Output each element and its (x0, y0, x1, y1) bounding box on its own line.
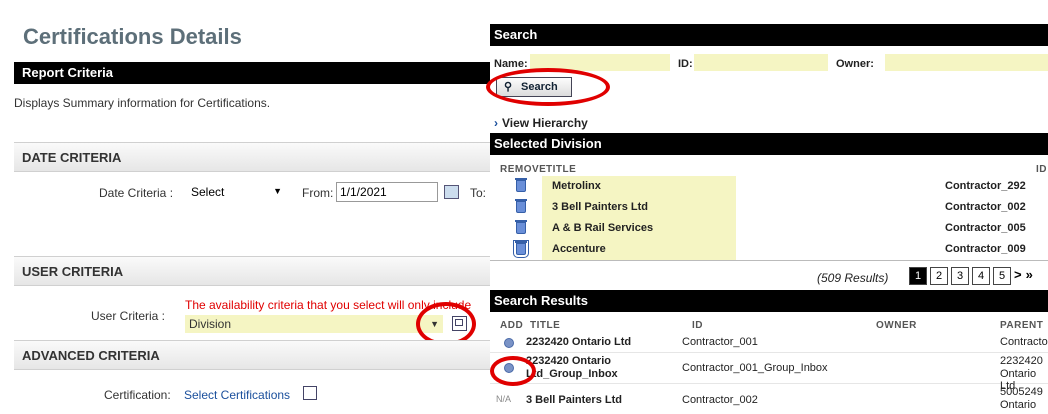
result-title: 3 Bell Painters Ltd (526, 394, 622, 406)
selected-division-row: A & B Rail Services Contractor_005 (490, 218, 1048, 239)
search-header: Search (490, 24, 1048, 46)
user-criteria-select[interactable]: Division ▼ (185, 315, 443, 333)
view-hierarchy-link[interactable]: › View Hierarchy (494, 116, 588, 130)
page-3[interactable]: 3 (951, 267, 969, 285)
user-criteria-title: USER CRITERIA (22, 264, 124, 279)
division-title: A & B Rail Services (552, 222, 654, 234)
advanced-criteria-header: ADVANCED CRITERIA (14, 340, 490, 370)
report-criteria-label: Report Criteria (22, 65, 114, 80)
col-id: ID (1036, 164, 1047, 175)
division-title: Metrolinx (552, 180, 601, 192)
view-hierarchy-label: View Hierarchy (502, 116, 588, 130)
result-id: Contractor_002 (682, 394, 758, 406)
selected-division-row: Metrolinx Contractor_292 (490, 176, 1048, 197)
owner-input[interactable] (885, 54, 1048, 71)
date-criteria-header: DATE CRITERIA (14, 142, 490, 172)
pagination: 1 2 3 4 5 > » (909, 266, 1033, 285)
date-criteria-label: Date Criteria : (99, 186, 174, 200)
col-parent: PARENT (1000, 320, 1044, 331)
user-criteria-header: USER CRITERIA (14, 256, 490, 286)
result-title: 2232420 Ontario Ltd (526, 336, 632, 348)
trash-icon[interactable] (515, 220, 527, 234)
trash-icon[interactable] (513, 240, 529, 258)
page-2[interactable]: 2 (930, 267, 948, 285)
division-title: Accenture (552, 243, 606, 255)
add-icon[interactable] (504, 338, 514, 348)
division-id: Contractor_009 (945, 243, 1026, 255)
selected-division-row: 3 Bell Painters Ltd Contractor_002 (490, 197, 1048, 218)
highlight-circle-search (486, 68, 610, 106)
search-header-title: Search (494, 27, 538, 42)
division-id: Contractor_005 (945, 222, 1026, 234)
col-title: TITLE (530, 320, 561, 331)
date-criteria-select[interactable]: Select ▼ (188, 182, 288, 202)
select-certifications-link[interactable]: Select Certifications (184, 388, 290, 402)
trash-icon[interactable] (515, 199, 527, 213)
report-criteria-panel: Certifications Details Report Criteria D… (0, 0, 491, 402)
col-id: ID (692, 320, 703, 331)
report-criteria-bar: Report Criteria (14, 62, 490, 84)
certification-picker-icon[interactable] (303, 386, 317, 400)
from-label: From: (302, 186, 334, 200)
result-parent-line1: 2232420 (1000, 355, 1043, 367)
from-date-input[interactable]: 1/1/2021 (336, 182, 438, 202)
id-label: ID: (678, 58, 693, 70)
next-page-link[interactable]: > (1014, 267, 1022, 282)
search-result-row: 2232420 Ontario Ltd_Group_Inbox Contract… (490, 353, 1048, 392)
col-remove: REMOVE (500, 164, 547, 175)
result-parent-line1: 5005249 (1000, 386, 1043, 398)
result-id: Contractor_001_Group_Inbox (682, 362, 828, 374)
search-results-header: Search Results (490, 290, 1048, 312)
date-criteria-select-value: Select (191, 185, 225, 199)
name-label: Name: (494, 58, 528, 70)
selected-division-title: Selected Division (494, 136, 602, 151)
result-title-line2: Ltd_Group_Inbox (526, 368, 618, 380)
result-parent: Contractors (1000, 336, 1048, 348)
search-result-row: 2232420 Ontario Ltd Contractor_001 Contr… (490, 333, 1048, 353)
na-label: N/A (496, 394, 512, 404)
chevron-right-icon: › (494, 116, 498, 130)
selected-division-row: Accenture Contractor_009 (490, 239, 1048, 260)
result-parent-line2: Ontario (1000, 399, 1037, 411)
selected-division-header: Selected Division (490, 133, 1048, 155)
owner-label: Owner: (836, 58, 874, 70)
divider (490, 260, 1048, 261)
chevron-down-icon: ▼ (273, 186, 282, 196)
result-title-line1: 2232420 Ontario (526, 355, 611, 367)
search-result-row: N/A 3 Bell Painters Ltd Contractor_002 5… (490, 384, 1048, 414)
from-date-value: 1/1/2021 (340, 185, 387, 199)
results-count: (509 Results) (817, 271, 889, 285)
calendar-icon[interactable] (444, 185, 459, 199)
page-5[interactable]: 5 (993, 267, 1011, 285)
user-criteria-select-value: Division (189, 317, 232, 331)
to-label: To: (470, 186, 487, 200)
certification-label: Certification: (104, 388, 171, 402)
last-page-link[interactable]: » (1026, 267, 1033, 282)
col-owner: OWNER (876, 320, 917, 331)
division-picker-popup: Search Name: ID: Owner: ⚲ Search › View H… (486, 0, 1048, 411)
date-criteria-title: DATE CRITERIA (22, 150, 122, 165)
col-add: ADD (500, 320, 524, 331)
division-id: Contractor_292 (945, 180, 1026, 192)
page-title: Certifications Details (23, 24, 242, 49)
highlight-circle-add (490, 356, 536, 386)
report-description: Displays Summary information for Certifi… (14, 96, 271, 110)
trash-icon[interactable] (515, 178, 527, 192)
search-results-title: Search Results (494, 293, 588, 308)
division-title: 3 Bell Painters Ltd (552, 201, 648, 213)
page-4[interactable]: 4 (972, 267, 990, 285)
page-1[interactable]: 1 (909, 267, 927, 285)
id-input[interactable] (694, 54, 828, 71)
user-criteria-label: User Criteria : (91, 309, 166, 323)
col-title: TITLE (546, 164, 577, 175)
result-id: Contractor_001 (682, 336, 758, 348)
division-id: Contractor_002 (945, 201, 1026, 213)
advanced-criteria-title: ADVANCED CRITERIA (22, 348, 160, 363)
